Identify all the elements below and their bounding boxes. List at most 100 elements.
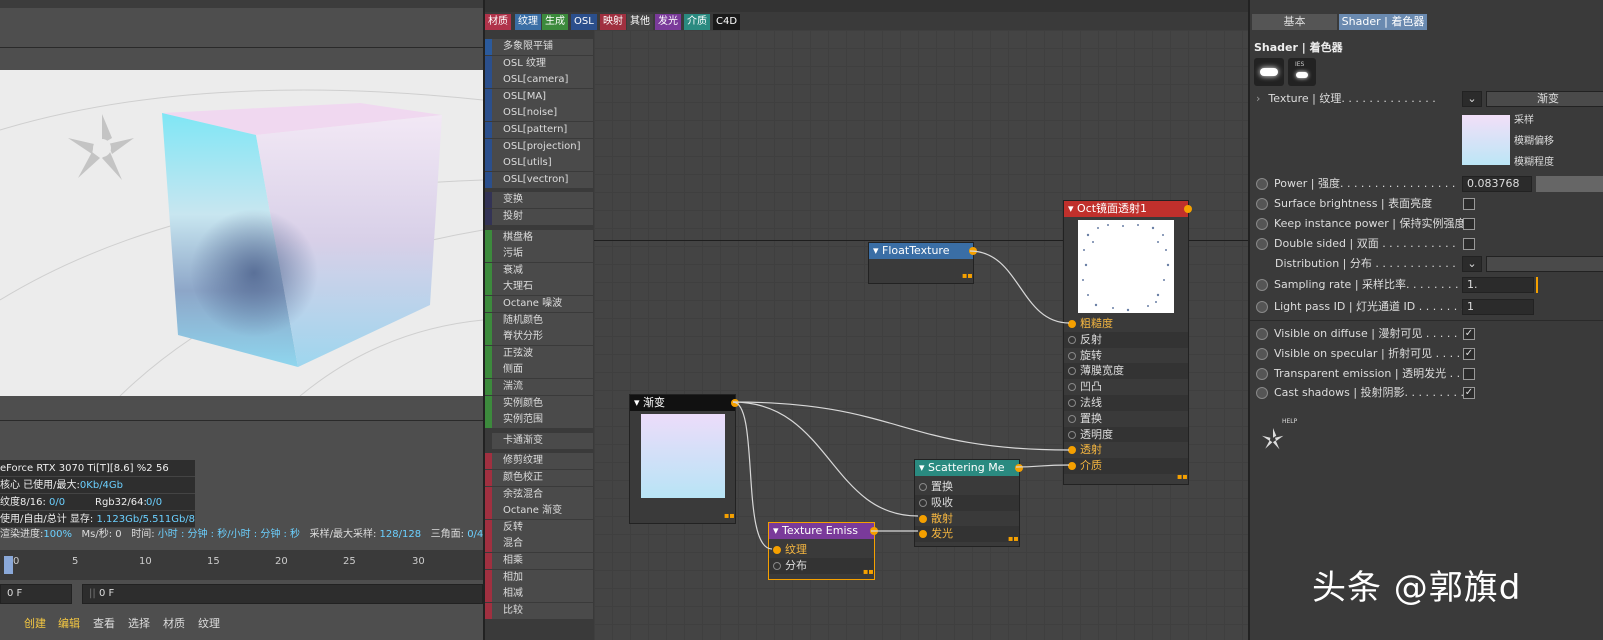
emission-type-texture-button[interactable] — [1254, 58, 1284, 86]
power-field[interactable]: 0.083768 — [1462, 176, 1532, 192]
power-anim-radio[interactable] — [1256, 178, 1268, 190]
input-port[interactable]: 粗糙度 — [1064, 316, 1188, 332]
node-list-item[interactable]: 多象限平铺 — [485, 39, 593, 55]
surface-checkbox[interactable] — [1463, 198, 1475, 210]
node-list-item[interactable]: OSL[pattern] — [485, 122, 593, 138]
menu-item[interactable]: 查看 — [93, 615, 115, 631]
node-list-item[interactable]: 变换 — [485, 192, 593, 209]
category-tab[interactable]: 材质 — [485, 14, 511, 30]
category-tab[interactable]: 介质 — [684, 14, 710, 30]
node-list-item[interactable]: 实例范围 — [485, 412, 593, 429]
lightpass-field[interactable]: 1 — [1462, 299, 1534, 315]
frame-current-field[interactable]: || 0 F — [82, 584, 483, 604]
output-port[interactable] — [969, 247, 977, 255]
input-port[interactable]: 置换 — [915, 479, 1019, 495]
node-list-item[interactable]: 修剪纹理 — [485, 453, 593, 470]
sampling-slider[interactable] — [1536, 277, 1538, 293]
port-dot-icon[interactable] — [919, 514, 927, 523]
category-tab[interactable]: 其他 — [627, 14, 653, 30]
category-tab[interactable]: 纹理 — [515, 14, 541, 30]
port-dot-icon[interactable] — [919, 530, 927, 539]
category-tab[interactable]: OSL — [571, 14, 597, 30]
input-port[interactable]: 发光 — [915, 526, 1019, 543]
output-port[interactable] — [731, 399, 739, 407]
trans-anim-radio[interactable] — [1256, 368, 1268, 380]
keep-checkbox[interactable] — [1463, 218, 1475, 230]
port-dot-icon[interactable] — [773, 546, 781, 554]
sampling-anim-radio[interactable] — [1256, 279, 1268, 291]
vis-diffuse-checkbox[interactable]: ✓ — [1463, 328, 1475, 340]
input-port[interactable]: 法线 — [1064, 395, 1188, 411]
double-anim-radio[interactable] — [1256, 238, 1268, 250]
input-port[interactable]: 凹凸 — [1064, 379, 1188, 396]
distribution-field[interactable] — [1486, 256, 1603, 272]
node-list-item[interactable]: 污垢 — [485, 246, 593, 263]
node-list-item[interactable]: 棋盘格 — [485, 229, 593, 246]
emission-type-ies-button[interactable]: IES — [1288, 58, 1316, 86]
input-port[interactable]: 散射 — [915, 510, 1019, 527]
node-list-item[interactable]: 衰减 — [485, 262, 593, 279]
node-list-item[interactable]: 投射 — [485, 209, 593, 225]
category-tab[interactable]: C4D — [713, 14, 741, 30]
input-port[interactable]: 吸收 — [915, 494, 1019, 511]
node-scattering-medium[interactable]: ▾ Scattering Me 置换 吸收 散射 发光 ▪▪ — [914, 459, 1023, 547]
resize-handle-icon[interactable]: ▪▪ — [962, 272, 973, 280]
node-list-item[interactable]: 相减 — [485, 586, 593, 603]
viewport[interactable]: eForce RTX 3070 Ti[T][8.6] %2 56 核心 已使用/最… — [0, 0, 483, 640]
menu-item[interactable]: 编辑 — [58, 615, 80, 631]
node-list-item[interactable]: 实例颜色 — [485, 395, 593, 412]
node-specular-material[interactable]: ▾ Oct镜面透射1 粗糙度 反射 旋转 薄膜宽度 凹凸 法线 置换 透明度 透射 介质 ▪▪ — [1063, 200, 1192, 485]
output-port[interactable] — [1184, 205, 1192, 213]
help-button[interactable]: HELP — [1260, 418, 1300, 454]
surface-anim-radio[interactable] — [1256, 198, 1268, 210]
port-dot-icon[interactable] — [1068, 320, 1076, 328]
vis-spec-checkbox[interactable]: ✓ — [1463, 348, 1475, 360]
node-header[interactable]: ▾ Oct镜面透射1 — [1064, 201, 1188, 217]
node-list-item[interactable]: 余弦混合 — [485, 486, 593, 503]
node-header[interactable]: ▾ FloatTexture — [869, 243, 973, 259]
trans-checkbox[interactable] — [1463, 368, 1475, 380]
node-header[interactable]: ▾ 渐变 — [630, 395, 735, 411]
frame-start-field[interactable]: 0 F — [0, 584, 72, 604]
input-port[interactable]: 薄膜宽度 — [1064, 363, 1188, 380]
input-port[interactable]: 反射 — [1064, 331, 1188, 348]
port-dot-icon[interactable] — [773, 561, 781, 570]
node-list-item[interactable]: OSL[utils] — [485, 155, 593, 172]
category-tab[interactable]: 映射 — [600, 14, 626, 30]
menu-item[interactable]: 选择 — [128, 615, 150, 631]
node-list-item[interactable]: OSL[noise] — [485, 105, 593, 122]
playhead[interactable] — [4, 556, 13, 574]
node-list-item[interactable]: OSL 纹理 — [485, 55, 593, 72]
port-dot-icon[interactable] — [919, 498, 927, 507]
output-port[interactable] — [870, 527, 878, 535]
node-gradient[interactable]: ▾ 渐变 ▪▪ — [629, 394, 739, 524]
node-float-texture[interactable]: ▾ FloatTexture ▪▪ — [868, 242, 977, 284]
node-list-item[interactable]: 相乘 — [485, 553, 593, 569]
node-header[interactable]: ▾ Scattering Me — [915, 460, 1019, 476]
node-list-item[interactable]: 相加 — [485, 569, 593, 586]
node-list-item[interactable]: 混合 — [485, 536, 593, 553]
port-dot-icon[interactable] — [1068, 351, 1076, 360]
vis-spec-anim-radio[interactable] — [1256, 348, 1268, 360]
port-dot-icon[interactable] — [1068, 414, 1076, 423]
port-dot-icon[interactable] — [919, 483, 927, 491]
input-port[interactable]: 纹理 — [769, 542, 874, 558]
port-dot-icon[interactable] — [1068, 446, 1076, 455]
node-list-item[interactable]: 湍流 — [485, 379, 593, 395]
input-port[interactable]: 置换 — [1064, 410, 1188, 427]
distribution-dropdown-button[interactable]: ⌄ — [1462, 256, 1482, 272]
output-port[interactable] — [1015, 464, 1023, 472]
node-list-item[interactable]: OSL[vectron] — [485, 171, 593, 188]
port-dot-icon[interactable] — [1068, 383, 1076, 392]
sampling-field[interactable]: 1. — [1462, 277, 1534, 293]
node-list-item[interactable]: 侧面 — [485, 362, 593, 379]
node-list-item[interactable]: OSL[projection] — [485, 138, 593, 155]
cast-anim-radio[interactable] — [1256, 387, 1268, 399]
input-port[interactable]: 介质 — [1064, 458, 1188, 475]
node-list-item[interactable]: 脊状分形 — [485, 329, 593, 346]
node-list-item[interactable]: 随机颜色 — [485, 312, 593, 329]
lightpass-anim-radio[interactable] — [1256, 301, 1268, 313]
node-list-item[interactable]: 颜色校正 — [485, 470, 593, 486]
input-port[interactable]: 透射 — [1064, 442, 1188, 459]
texture-dropdown-button[interactable]: ⌄ — [1462, 91, 1482, 107]
